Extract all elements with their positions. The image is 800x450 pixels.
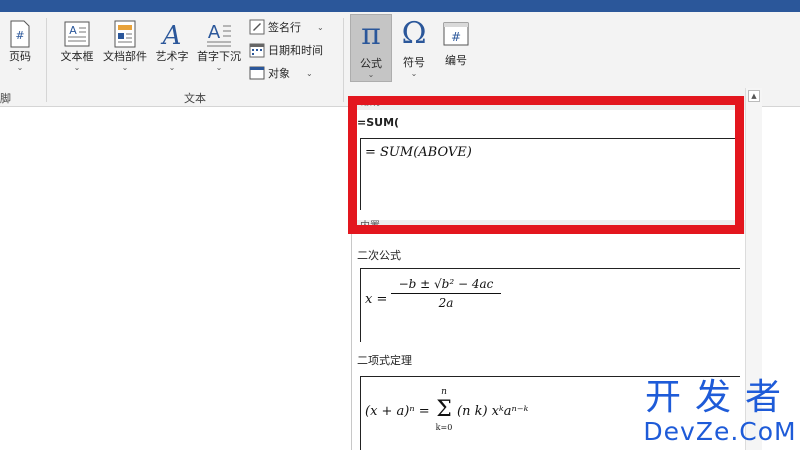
quickparts-caret: ⌄ xyxy=(121,63,129,72)
signature-pen-icon xyxy=(249,19,265,35)
wordart-caret: ⌄ xyxy=(168,63,176,72)
textbox-caret: ⌄ xyxy=(73,63,81,72)
red-highlight-box xyxy=(348,96,744,234)
quadratic-numerator: −b ± √b² − 4ac xyxy=(391,277,501,294)
title-bar xyxy=(0,0,800,12)
dropcap-label: 首字下沉 xyxy=(197,50,241,63)
quickparts-icon xyxy=(114,20,136,48)
dropcap-icon: A xyxy=(207,22,231,47)
symbol-label: 符号 xyxy=(403,56,425,69)
binomial-term: (n k) xᵏaⁿ⁻ᵏ xyxy=(457,404,529,419)
group-label-header-footer: 脚 xyxy=(0,92,11,105)
dropcap-caret: ⌄ xyxy=(215,63,223,72)
group-separator xyxy=(343,18,344,102)
textbox-icon: A xyxy=(64,21,90,47)
watermark: 开发者 DevZe.CoM xyxy=(642,378,798,446)
textbox-button[interactable]: A 文本框 ⌄ xyxy=(56,20,98,72)
number-button[interactable]: # 编号 xyxy=(436,20,476,68)
quadratic-lhs: x = xyxy=(365,292,388,307)
page-number-icon: # xyxy=(10,20,30,48)
number-label: 编号 xyxy=(445,54,467,67)
object-icon xyxy=(249,66,265,80)
watermark-line2: DevZe.CoM xyxy=(643,417,797,446)
symbol-caret: ⌄ xyxy=(410,69,418,78)
page-number-caret: ⌄ xyxy=(16,63,24,72)
object-label: 对象 xyxy=(268,67,290,80)
symbol-button[interactable]: Ω 符号 ⌄ xyxy=(396,17,432,78)
wordart-button[interactable]: A 艺术字 ⌄ xyxy=(152,20,192,72)
svg-text:A: A xyxy=(208,22,221,43)
svg-text:Σ: Σ xyxy=(436,397,452,419)
signature-line-caret: ⌄ xyxy=(317,22,324,32)
object-caret: ⌄ xyxy=(306,68,313,78)
svg-text:A: A xyxy=(161,21,182,48)
svg-text:Ω: Ω xyxy=(402,17,427,49)
wordart-label: 艺术字 xyxy=(155,50,189,63)
quadratic-denominator: 2a xyxy=(438,296,454,310)
binomial-sum-bottom: k=0 xyxy=(435,423,453,432)
svg-text:π: π xyxy=(361,18,381,50)
pi-icon: π xyxy=(361,18,381,50)
document-area[interactable] xyxy=(0,108,350,450)
signature-line-button[interactable]: 签名行 ⌄ xyxy=(249,19,324,35)
equation-button[interactable]: π 公式 ⌄ xyxy=(350,14,392,82)
watermark-line1: 开发者 xyxy=(644,377,795,418)
equation-caret: ⌄ xyxy=(367,70,375,79)
scroll-up-arrow-icon[interactable]: ▲ xyxy=(748,90,760,102)
page-number-label: 页码 xyxy=(9,50,31,63)
summation-icon: Σ xyxy=(436,397,452,422)
quickparts-label: 文档部件 xyxy=(103,50,147,63)
omega-icon: Ω xyxy=(402,17,427,49)
date-time-button[interactable]: 日期和时间 xyxy=(249,42,323,58)
binomial-lhs: (x + a)ⁿ = xyxy=(365,404,430,419)
svg-text:#: # xyxy=(15,29,24,42)
date-time-label: 日期和时间 xyxy=(268,44,323,57)
ribbon-insert-tab: # 页码 ⌄ 脚 A 文本框 ⌄ 文档部件 ⌄ A 艺术字 ⌄ A 首字下沉 ⌄… xyxy=(0,12,800,107)
page-number-button[interactable]: # 页码 ⌄ xyxy=(4,20,36,72)
svg-text:#: # xyxy=(451,30,461,44)
word-window: { "ribbon": { "page_number": "页码", "page… xyxy=(0,0,800,450)
quickparts-button[interactable]: 文档部件 ⌄ xyxy=(100,20,150,72)
quadratic-formula-item[interactable]: x = −b ± √b² − 4ac 2a xyxy=(360,268,740,342)
object-button[interactable]: 对象 ⌄ xyxy=(249,65,313,81)
dropcap-button[interactable]: A 首字下沉 ⌄ xyxy=(194,20,244,72)
number-icon: # xyxy=(443,22,469,46)
group-separator xyxy=(46,18,47,102)
binomial-caption: 二项式定理 xyxy=(357,354,412,367)
quadratic-caption: 二次公式 xyxy=(357,249,401,262)
textbox-label: 文本框 xyxy=(60,50,94,63)
equation-label: 公式 xyxy=(360,57,382,70)
calendar-icon xyxy=(249,43,265,58)
wordart-icon: A xyxy=(161,21,182,48)
binomial-sum-top: n xyxy=(441,387,447,397)
group-label-text: 文本 xyxy=(184,92,206,105)
signature-line-label: 签名行 xyxy=(268,21,301,34)
svg-text:A: A xyxy=(69,24,77,37)
